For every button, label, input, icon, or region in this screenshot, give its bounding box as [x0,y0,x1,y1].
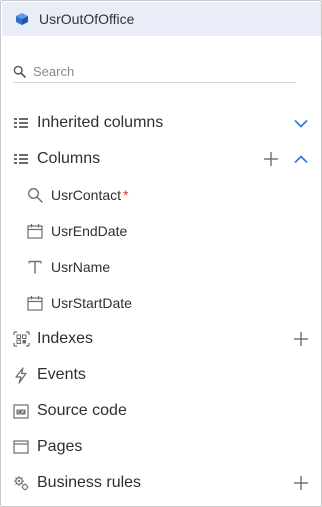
source-code-icon: C# [12,402,30,420]
column-label: UsrName [51,259,111,275]
section-events[interactable]: Events [1,357,321,393]
column-item[interactable]: UsrContact * [1,177,321,213]
page-icon [12,438,30,456]
svg-text:C#: C# [18,409,25,415]
column-label: UsrEndDate [51,223,128,239]
schema-header[interactable]: UsrOutOfOffice [2,2,321,36]
section-label: Inherited columns [37,114,164,131]
columns-icon [12,114,30,132]
section-label: Business rules [37,474,142,491]
required-mark: * [123,187,129,203]
add-rule-button[interactable] [292,474,310,492]
columns-icon [12,150,30,168]
index-icon [12,330,30,348]
calendar-icon [26,222,44,240]
text-icon [26,258,44,276]
column-item[interactable]: UsrEndDate [1,213,321,249]
search-box[interactable]: Search [13,61,296,83]
section-label: Events [37,366,86,383]
chevron-up-icon[interactable] [292,150,310,168]
column-item[interactable]: UsrName [1,249,321,285]
cube-icon [13,10,31,28]
lightning-icon [12,366,30,384]
section-inherited-columns[interactable]: Inherited columns [1,105,321,141]
schema-panel: UsrOutOfOffice Search Inherited columns [0,0,322,507]
lookup-icon [26,186,44,204]
column-label: UsrStartDate [51,295,132,311]
add-column-button[interactable] [262,150,280,168]
column-name: UsrContact [51,187,122,203]
gears-icon [12,474,30,492]
section-label: Pages [37,438,83,455]
search-input[interactable]: Search [33,64,74,79]
section-business-rules[interactable]: Business rules [1,465,321,501]
section-label: Indexes [37,330,94,347]
chevron-down-icon[interactable] [292,114,310,132]
section-indexes[interactable]: Indexes [1,321,321,357]
column-label: UsrContact * [51,187,128,203]
section-label: Columns [37,150,101,167]
section-columns[interactable]: Columns [1,141,321,177]
add-index-button[interactable] [292,330,310,348]
section-source-code[interactable]: C# Source code [1,393,321,429]
search-icon [13,65,26,78]
section-label: Source code [37,402,127,419]
column-item[interactable]: UsrStartDate [1,285,321,321]
calendar-icon [26,294,44,312]
section-pages[interactable]: Pages [1,429,321,465]
schema-title: UsrOutOfOffice [39,11,135,27]
